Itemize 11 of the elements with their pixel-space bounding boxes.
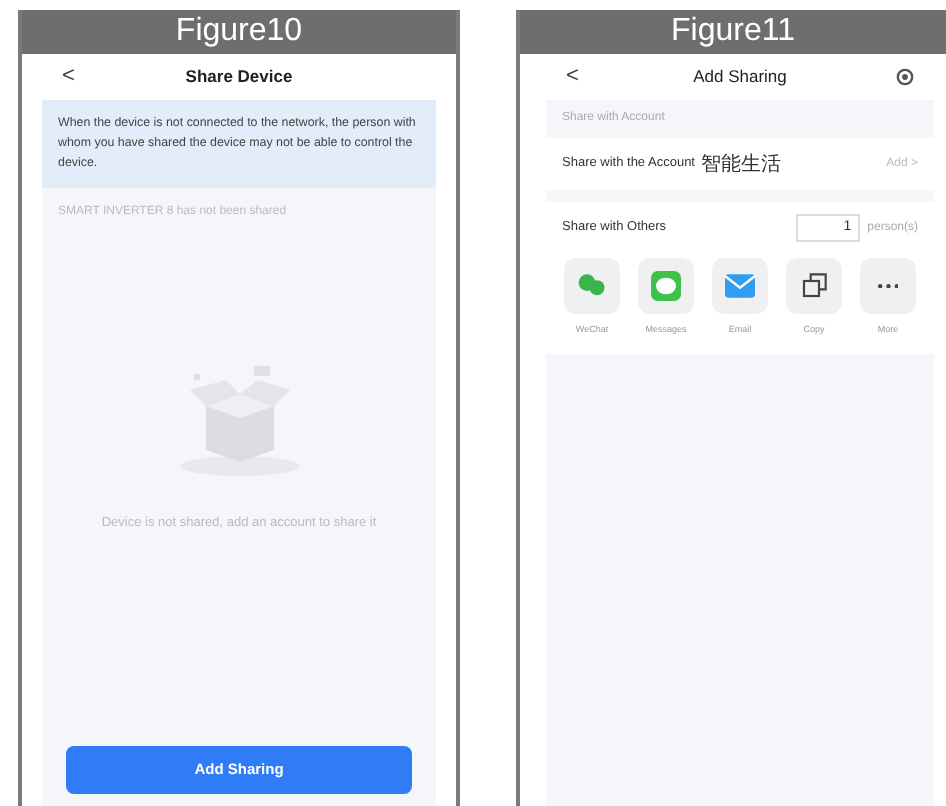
screen-title: Share Device [185, 64, 293, 90]
message-bubble-icon [646, 266, 686, 306]
back-button[interactable]: < [566, 60, 579, 94]
more-icon [877, 283, 899, 289]
settings-icon[interactable] [896, 68, 914, 86]
figure-caption: Figure10 [22, 10, 456, 54]
back-button[interactable]: < [62, 60, 75, 94]
share-target-button[interactable] [786, 258, 842, 314]
screen-title: Add Sharing [693, 64, 787, 90]
account-name: 智能生活 [701, 151, 781, 179]
figure-caption: Figure11 [520, 10, 946, 54]
